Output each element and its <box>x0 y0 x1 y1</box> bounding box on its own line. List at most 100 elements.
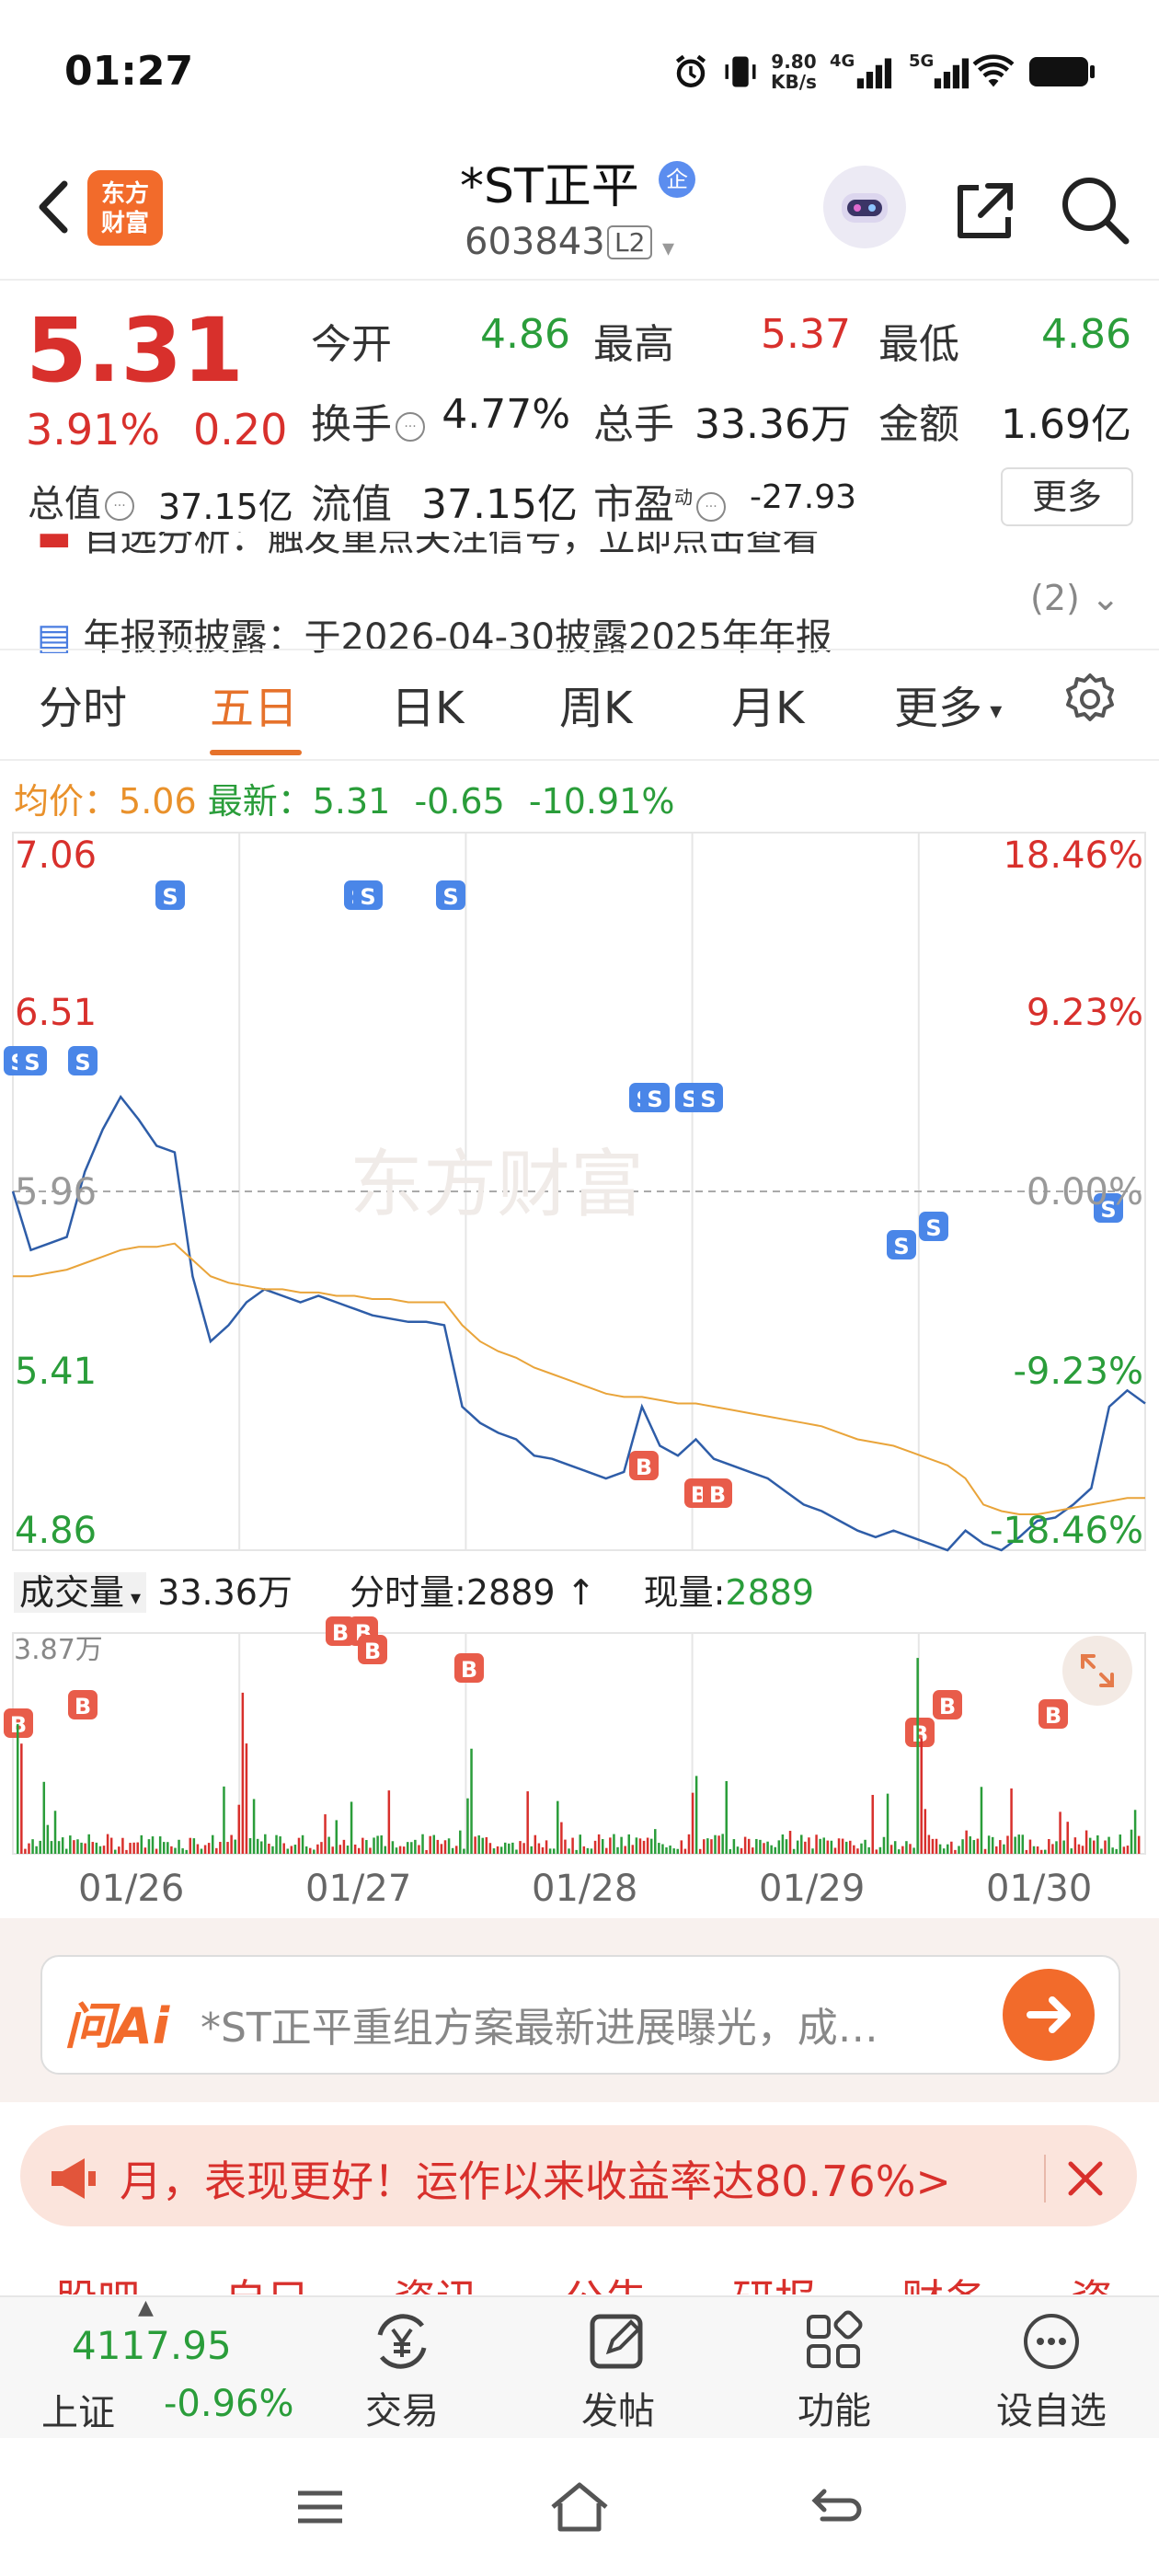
volume-bar <box>871 1794 874 1854</box>
volume-bar <box>237 1804 241 1854</box>
nav-functions[interactable]: 功能 <box>765 2300 903 2438</box>
volume-bar <box>616 1846 619 1854</box>
nav-add-watchlist[interactable]: 设自选 <box>982 2300 1120 2438</box>
more-quote-button[interactable]: 更多 <box>1001 467 1133 526</box>
volume-bar <box>365 1840 368 1854</box>
ticker-divider <box>0 649 1159 650</box>
ticker-count[interactable]: (2) ⌄ <box>1030 578 1120 618</box>
volume-bar <box>1100 1848 1103 1854</box>
volume-bar <box>102 1846 106 1854</box>
volume-bar <box>571 1837 574 1854</box>
nav-trade[interactable]: 交易 <box>333 2300 471 2438</box>
ai-logo: 问Ai <box>64 1997 170 2055</box>
volume-bar <box>503 1842 507 1854</box>
tab-intraday[interactable]: 分时 <box>39 672 127 736</box>
ai-prompt-text[interactable]: *ST正平重组方案最新进展曝光，成… <box>201 1995 955 2053</box>
index-up-arrow-icon: ▲ <box>138 2296 154 2319</box>
share-icon[interactable] <box>947 175 1021 248</box>
index-name[interactable]: 上证 <box>41 2383 115 2436</box>
expand-chart-button[interactable] <box>1062 1636 1132 1706</box>
tab-more[interactable]: 更多 ▾ <box>894 672 1002 736</box>
volume-bar <box>703 1839 706 1854</box>
volume-bar <box>316 1844 319 1854</box>
volume-bar <box>211 1834 214 1854</box>
index-change[interactable]: -0.96% <box>164 2383 294 2425</box>
volume-bar <box>1025 1849 1028 1854</box>
watermark: 东方财富 <box>350 1142 644 1227</box>
tab-monthly-k[interactable]: 月K <box>731 672 804 736</box>
high-value: 5.37 <box>761 311 851 358</box>
sell-marker: S <box>68 1046 98 1075</box>
nav-post[interactable]: 发帖 <box>549 2300 687 2438</box>
back-nav-icon[interactable] <box>809 2484 865 2530</box>
turnover-info-icon[interactable]: ··· <box>396 412 425 442</box>
volume-bar <box>732 1839 736 1854</box>
volume-bar <box>1010 1788 1013 1854</box>
home-icon[interactable] <box>547 2479 612 2535</box>
menu-icon[interactable] <box>293 2484 348 2530</box>
gear-icon[interactable] <box>1062 672 1118 727</box>
volume-bar <box>853 1845 855 1854</box>
volume-bar <box>1028 1839 1032 1854</box>
volume-bar <box>1073 1837 1077 1854</box>
y-right-tick: 9.23% <box>1027 992 1143 1034</box>
promo-text[interactable]: 月，表现更好！运作以来收益率达80.76%> <box>120 2148 951 2209</box>
volume-bar <box>395 1847 398 1854</box>
volume-bar <box>410 1842 413 1854</box>
buy-marker: B <box>68 1690 98 1719</box>
close-icon[interactable] <box>1058 2151 1113 2206</box>
tab-five-day[interactable]: 五日 <box>210 672 298 736</box>
tab-daily-k[interactable]: 日K <box>391 672 464 736</box>
index-value[interactable]: 4117.95 <box>72 2323 232 2368</box>
level-dropdown-icon[interactable]: ▾ <box>662 235 674 262</box>
volume-bar <box>421 1834 424 1854</box>
volume-bar <box>226 1842 229 1854</box>
tab-weekly-k[interactable]: 周K <box>559 672 632 736</box>
volume-bar <box>313 1849 316 1854</box>
volume-bar <box>976 1838 980 1854</box>
volume-bar <box>920 1738 923 1854</box>
volume-bar <box>841 1838 844 1854</box>
more-dots-icon <box>1024 2314 1079 2369</box>
back-icon[interactable] <box>26 166 81 248</box>
current-price: 5.31 <box>26 299 244 402</box>
ticker-item-2[interactable]: ▤ 年报预披露：于2026-04-30披露2025年年报 <box>37 607 957 653</box>
ticker-item-1[interactable]: ▬ 自选分析：触发重点关注信号，立即点击查看 <box>37 532 1122 559</box>
volume-bar <box>297 1837 301 1854</box>
volume-bar <box>590 1848 593 1854</box>
sub-tabs[interactable]: 股吧 自只 资讯 公告 研报 财务 资料 <box>55 2272 1113 2294</box>
volume-bar <box>755 1838 758 1854</box>
ai-go-button[interactable] <box>1003 1969 1095 2061</box>
volume-selector[interactable]: 成交量 ▾ <box>14 1572 147 1613</box>
marker-letter: B <box>364 1639 381 1664</box>
volume-bar <box>200 1848 203 1854</box>
volume-bar <box>1111 1847 1114 1854</box>
level2-badge[interactable]: L2 <box>607 225 653 259</box>
volume-bar <box>387 1790 391 1854</box>
search-icon[interactable] <box>1058 173 1131 247</box>
ai-assistant-avatar[interactable] <box>823 166 906 248</box>
mktcap-info-icon[interactable]: ··· <box>105 491 134 521</box>
volume-bar <box>792 1848 796 1854</box>
volume-bar <box>1107 1836 1110 1854</box>
volume-bar <box>398 1846 402 1854</box>
price-chart[interactable]: SSSSSSSSSSSSSSBBBBBBBBBBBB 7.0618.46%6.5… <box>0 823 1159 1863</box>
pe-info-icon[interactable]: ··· <box>696 492 726 522</box>
volume-bar <box>560 1822 563 1854</box>
marker-letter: S <box>442 884 458 910</box>
volume-bar <box>158 1836 162 1854</box>
volume-bar <box>192 1838 196 1854</box>
amount-value: 1.69亿 <box>1001 401 1131 448</box>
volume-bar <box>121 1837 124 1854</box>
volume-panel-frame <box>12 1632 1146 1855</box>
sell-marker: S <box>353 880 383 910</box>
volume-bar <box>1062 1840 1065 1854</box>
buy-marker: B <box>358 1635 387 1664</box>
volume-bar <box>286 1848 290 1854</box>
volume-bar <box>526 1791 529 1854</box>
volume-bar <box>605 1847 608 1854</box>
volume-bar <box>568 1848 570 1854</box>
marker-letter: S <box>700 1087 716 1112</box>
volume-bar <box>488 1843 492 1854</box>
volume-bar <box>429 1835 431 1854</box>
